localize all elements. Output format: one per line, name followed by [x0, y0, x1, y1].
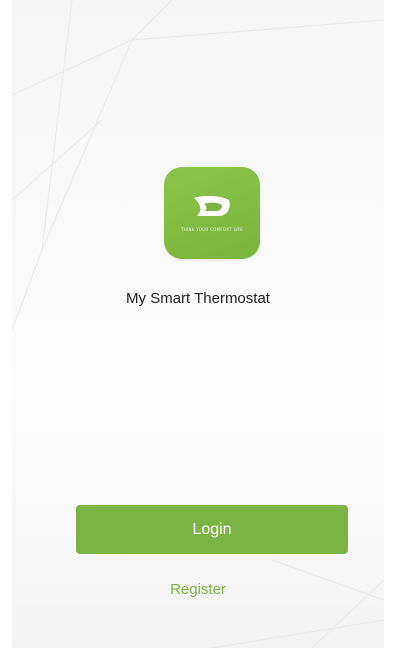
- leaf-logo-icon: [194, 195, 230, 216]
- register-link[interactable]: Register: [12, 581, 384, 598]
- login-screen: THINK YOUR COMFORT LIFE My Smart Thermos…: [12, 0, 384, 648]
- app-logo-icon: THINK YOUR COMFORT LIFE: [164, 167, 260, 259]
- app-title: My Smart Thermostat: [126, 290, 270, 307]
- app-icon-tagline: THINK YOUR COMFORT LIFE: [180, 227, 244, 232]
- login-button[interactable]: Login: [76, 505, 348, 554]
